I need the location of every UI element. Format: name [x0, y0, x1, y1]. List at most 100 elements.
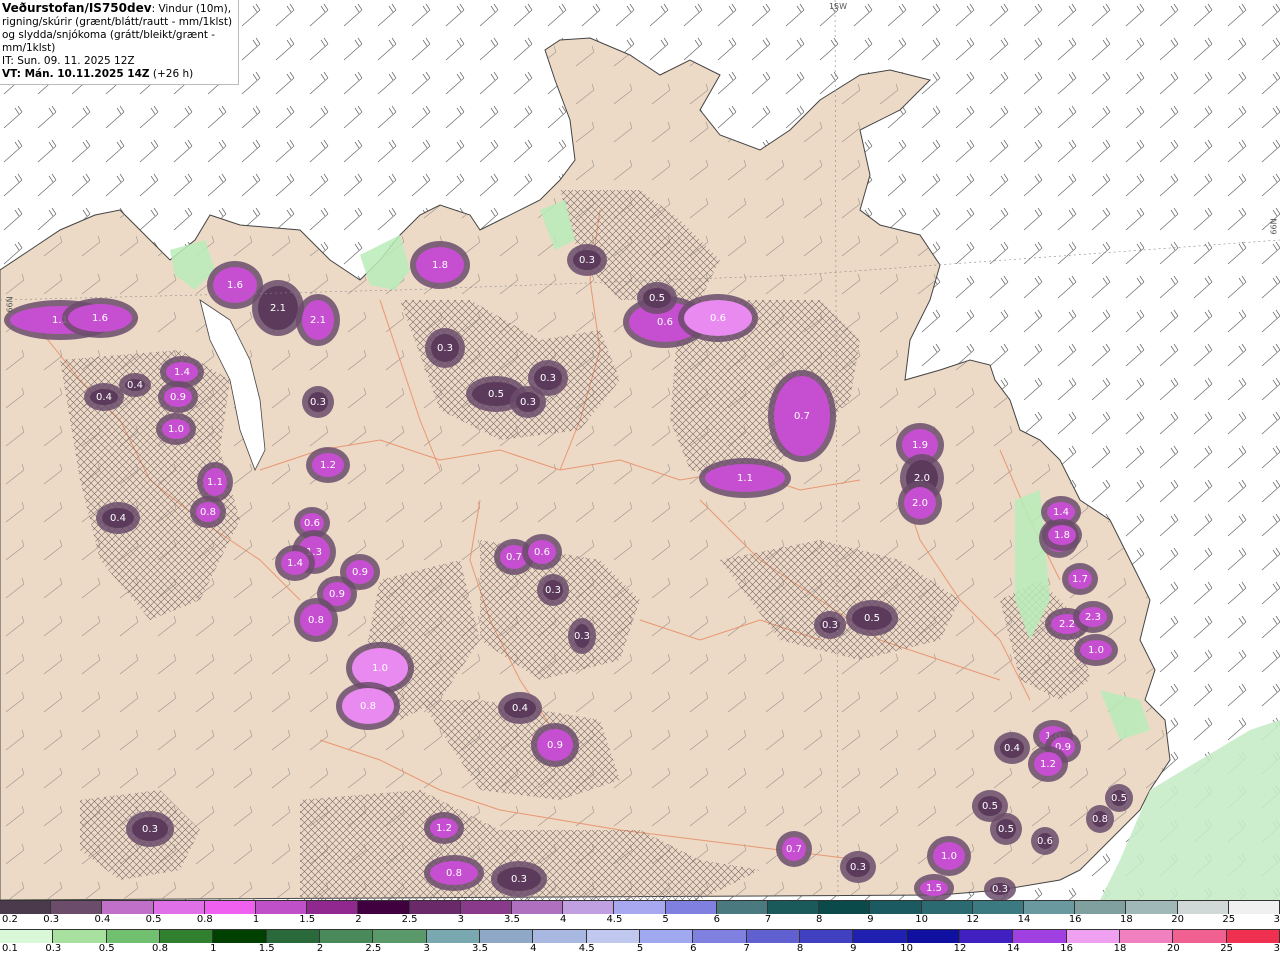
snow-cell-value: 0.3: [520, 397, 536, 408]
legend_rain-swatch: [426, 930, 480, 943]
snow-cell-value: 0.3: [579, 255, 595, 266]
legend_rain-swatch: [319, 930, 374, 943]
valid-time: VT: Mán. 10.11.2025 14Z: [2, 68, 150, 80]
legend_rain-label: 8: [796, 943, 804, 954]
legend_rain-swatch: [266, 930, 320, 943]
legend_rain-swatch: [799, 930, 854, 943]
legend_rain-swatch: [159, 930, 214, 943]
legend_sleet_snow-swatch: [460, 901, 513, 914]
legend_sleet_snow-label: 12: [966, 914, 980, 925]
legend_sleet_snow-label: 5: [662, 914, 669, 925]
snow-cell-value: 0.5: [649, 293, 665, 304]
latitude-label-left: 66N: [5, 296, 15, 313]
legend_sleet_snow-swatch: [358, 901, 410, 914]
snow-cell-value: 0.3: [310, 397, 326, 408]
header-title-line: Veðurstofan/IS750dev: Vindur (10m), rign…: [2, 2, 236, 55]
legend_sleet_snow-swatch: [768, 901, 820, 914]
legend_sleet_snow-swatch: [1126, 901, 1178, 914]
legend_sleet_snow-swatch: [870, 901, 922, 914]
legend_rain-label: 18: [1113, 943, 1127, 954]
snow-cell-value: 0.5: [1111, 793, 1127, 804]
snow-cell-value: 0.9: [352, 567, 368, 578]
snow-cell-value: 2.0: [912, 498, 928, 509]
snow-cell-value: 0.9: [329, 589, 345, 600]
legend_sleet_snow-label: 4.5: [606, 914, 623, 925]
snow-cell-value: 1.0: [372, 663, 388, 674]
legend_rain-swatch: [1119, 930, 1174, 943]
legend_sleet_snow-label: 0.3: [43, 914, 60, 925]
map-header: Veðurstofan/IS750dev: Vindur (10m), rign…: [0, 0, 239, 85]
snow-cell-value: 2.1: [310, 315, 326, 326]
snow-cell-value: 0.8: [308, 615, 324, 626]
snow-cell-value: 2.2: [1059, 619, 1075, 630]
legend_sleet_snow-swatch: [972, 901, 1025, 914]
legend_sleet_snow-label: 0.4: [94, 914, 111, 925]
legend_sleet_snow-swatch: [614, 901, 666, 914]
legend_sleet_snow-swatch: [256, 901, 308, 914]
legend_sleet_snow-swatch: [921, 901, 973, 914]
legend_rain-label: 16: [1060, 943, 1074, 954]
legend_rain-swatch: [959, 930, 1014, 943]
legend_rain-swatch: [746, 930, 800, 943]
legend_sleet_snow-label: 3: [457, 914, 464, 925]
legend_sleet_snow-swatch: [1228, 901, 1280, 914]
source-name: Veðurstofan/IS750dev: [2, 1, 152, 15]
legend_rain-label: 5: [636, 943, 644, 954]
snow-cell-value: 0.3: [511, 874, 527, 885]
legend_rain-label: 10: [900, 943, 914, 954]
legend_rain-swatch: [53, 930, 107, 943]
legend_rain-label: 6: [690, 943, 697, 954]
snow-cell-value: 0.3: [142, 824, 158, 835]
snow-cell-value: 1.0: [941, 851, 957, 862]
legend_sleet_snow-label: 4: [560, 914, 567, 925]
legend_sleet_snow-swatch: [204, 901, 257, 914]
snow-cell-value: 0.6: [1037, 836, 1053, 847]
snow-cell-value: 1.2: [320, 460, 336, 471]
legend_sleet_snow-swatch: [665, 901, 717, 914]
legend_sleet_snow-swatch: [819, 901, 871, 914]
legend_sleet_snow-swatch: [1177, 901, 1229, 914]
legend_sleet_snow-label: 6: [713, 914, 720, 925]
snow-cell-value: 0.5: [864, 613, 880, 624]
snow-cell-value: 0.3: [850, 862, 866, 873]
legend_rain-swatch: [106, 930, 160, 943]
legend_rain-swatch: [853, 930, 907, 943]
legend_rain-label: 12: [953, 943, 967, 954]
snow-cell-value: 0.7: [506, 552, 522, 563]
snow-cell-value: 0.5: [982, 801, 998, 812]
legend_sleet_snow-label: 2: [355, 914, 362, 925]
legend_rain-label: 0.8: [152, 943, 168, 954]
legend_rain-label: 4.5: [578, 943, 595, 954]
legend-sleet-snow-bar: [0, 900, 1280, 914]
legend_rain-label: 0.1: [2, 943, 18, 954]
legend_sleet_snow-swatch: [563, 901, 615, 914]
legend_rain-swatch: [639, 930, 694, 943]
legend_sleet_snow-label: 16: [1068, 914, 1082, 925]
snow-cell-value: 0.3: [545, 585, 561, 596]
legend_sleet_snow-label: 1.5: [299, 914, 316, 925]
legend_rain-swatch: [213, 930, 267, 943]
snow-cell-value: 1.1: [737, 473, 753, 484]
legend_sleet_snow-label: 2.5: [401, 914, 418, 925]
legend_sleet_snow-swatch: [0, 901, 52, 914]
longitude-label: 15W: [829, 2, 848, 11]
legend-rain-bar: [0, 929, 1280, 943]
legend-sleet-snow: 0.2 0.3 0.4 0.5 0.8 1 1.5 2 2.5 3 3.5 4 4.5 5 6 7 8 9 10 12…: [0, 900, 1280, 929]
snow-cell-value: 0.3: [540, 373, 556, 384]
snow-cell-value: 1.5: [926, 883, 942, 894]
snow-cell-value: 1.4: [1053, 507, 1069, 518]
legend-rain-labels: 0.1 0.3 0.5 0.8 1 1.5 2 2.5 3 3.5 4 4.5 5 6 7 8 9 10 12 14 1…: [0, 943, 1280, 957]
snow-cell-value: 0.3: [574, 631, 590, 642]
legend_rain-swatch: [0, 930, 54, 943]
snow-cell-value: 2.1: [270, 303, 286, 314]
legend_rain-label: 0.3: [45, 943, 62, 954]
legend_rain-label: 1: [210, 943, 217, 954]
snow-cell-value: 0.7: [794, 411, 810, 422]
snow-cell-value: 0.6: [710, 313, 726, 324]
legend_sleet_snow-label: 0.5: [145, 914, 162, 925]
snow-cell-value: 0.7: [786, 844, 802, 855]
legend_sleet_snow-label: 0.8: [196, 914, 213, 925]
snow-cell-value: 0.3: [437, 343, 453, 354]
snow-cell-value: 1.2: [1040, 759, 1056, 770]
snow-cell-value: 1.6: [227, 280, 243, 291]
